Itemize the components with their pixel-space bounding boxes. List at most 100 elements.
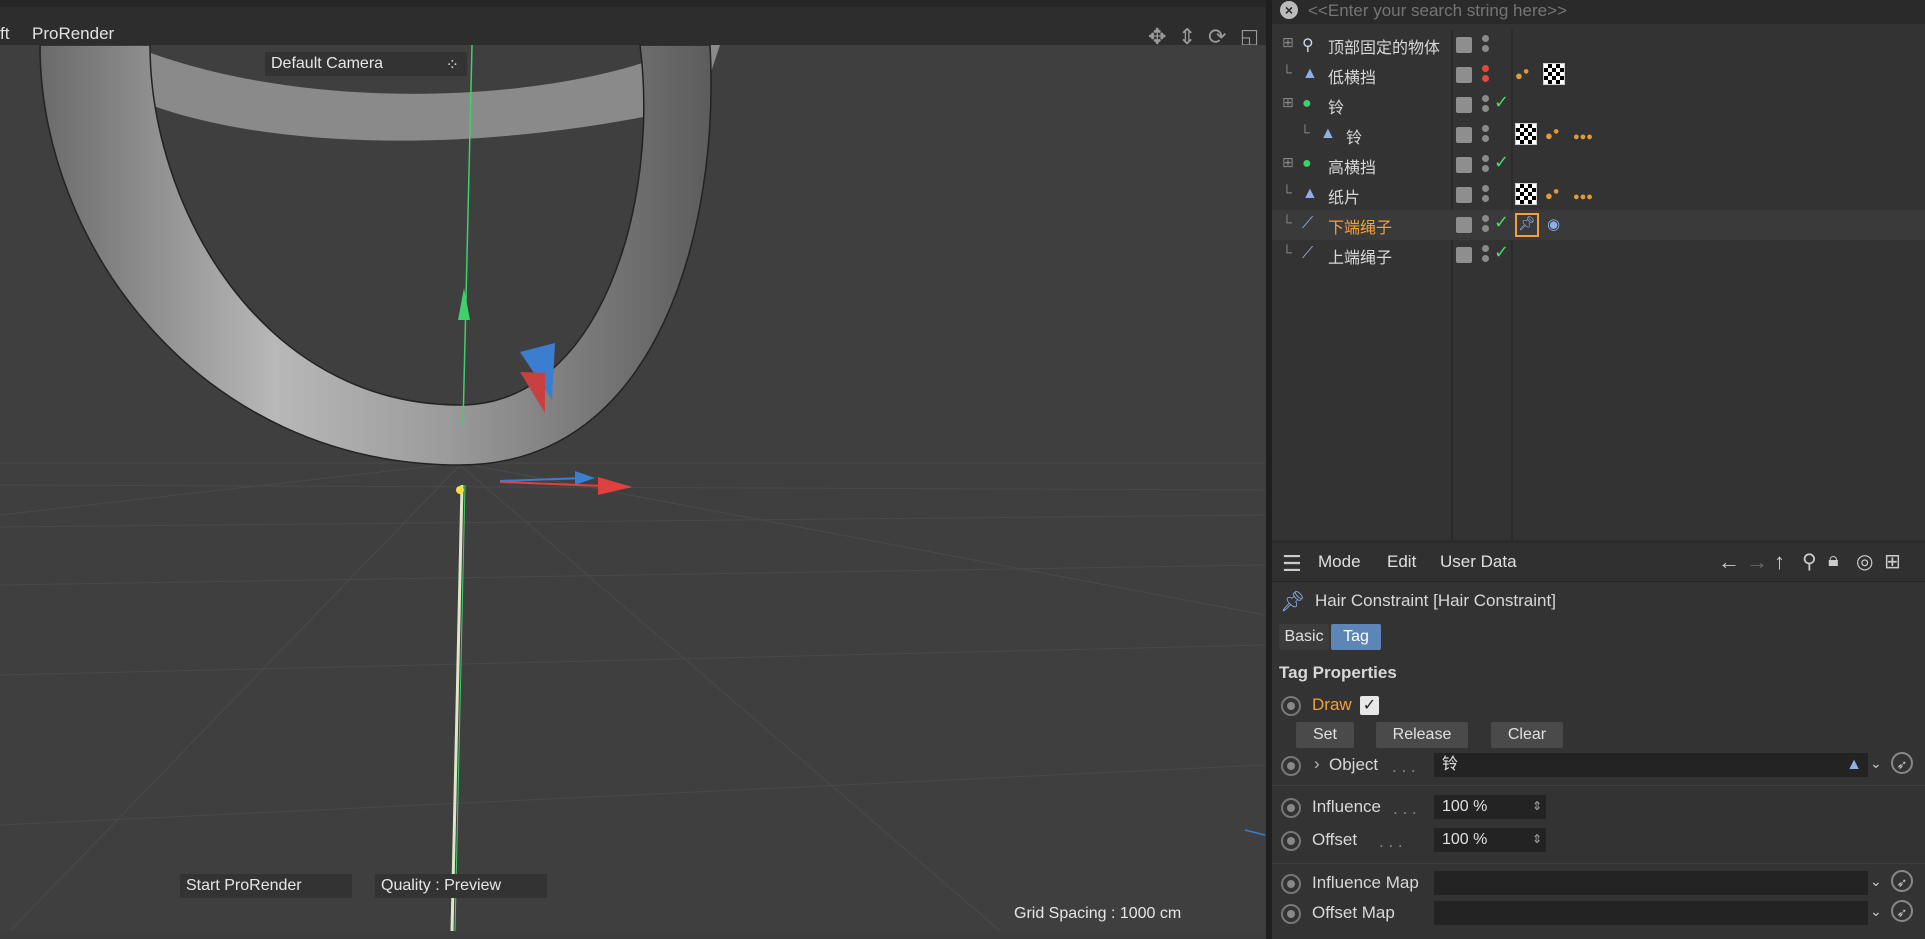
object-search-input[interactable] [1306, 0, 1910, 22]
target-icon[interactable]: ◎ [1856, 549, 1873, 574]
sphere-tag-icon[interactable]: ●● [1545, 124, 1565, 144]
layer-visibility-icon[interactable] [1456, 187, 1472, 203]
render-visibility-dots[interactable] [1482, 185, 1489, 205]
triple-sphere-tag-icon[interactable]: ●●● [1573, 184, 1593, 204]
offset-map-pick-icon[interactable]: ➶ [1891, 900, 1913, 922]
render-visibility-dots[interactable] [1482, 245, 1489, 265]
object-row[interactable]: ⊞ ● 高横挡 ✓ [1272, 150, 1925, 180]
clear-button[interactable]: Clear [1491, 722, 1563, 748]
enabled-check-icon[interactable]: ✓ [1494, 212, 1509, 233]
render-visibility-dots[interactable] [1482, 215, 1489, 235]
influence-input[interactable]: 100 % ⇕ [1434, 795, 1546, 819]
object-pick-cursor-icon[interactable]: ➶ [1891, 752, 1913, 774]
object-name[interactable]: 下端绳子 [1328, 214, 1392, 238]
object-dropdown-chevron-icon[interactable]: ⌄ [1870, 755, 1882, 772]
draw-checkbox[interactable]: ✓ [1360, 696, 1379, 715]
object-animate-toggle[interactable] [1281, 756, 1301, 776]
object-name[interactable]: 纸片 [1328, 184, 1360, 208]
influence-animate-toggle[interactable] [1281, 798, 1301, 818]
up-arrow-icon[interactable]: ↑ [1774, 549, 1785, 575]
viewport-menu-prorender[interactable]: ProRender [32, 24, 114, 44]
object-name[interactable]: 高横挡 [1328, 154, 1376, 178]
start-prorender-button[interactable]: Start ProRender [180, 874, 352, 898]
offset-spinner-icon[interactable]: ⇕ [1532, 827, 1542, 851]
menu-edit[interactable]: Edit [1387, 552, 1416, 572]
section-title: Tag Properties [1279, 663, 1397, 682]
object-link-field[interactable]: 铃 ▲ [1434, 753, 1868, 777]
render-visibility-dots[interactable] [1482, 35, 1489, 55]
layer-visibility-icon[interactable] [1456, 217, 1472, 233]
object-name[interactable]: 铃 [1328, 94, 1344, 118]
layer-visibility-icon[interactable] [1456, 247, 1472, 263]
search-icon[interactable]: ⚲ [1802, 549, 1817, 574]
material-tag-icon[interactable] [1515, 183, 1537, 206]
new-panel-icon[interactable]: ⊞ [1884, 549, 1901, 574]
object-name[interactable]: 上端绳子 [1328, 244, 1392, 268]
influence-map-pick-icon[interactable]: ➶ [1891, 870, 1913, 892]
render-visibility-dots[interactable] [1482, 125, 1489, 145]
object-row[interactable]: └ ⟋ 上端绳子 ✓ [1272, 240, 1925, 270]
tab-basic[interactable]: Basic [1279, 624, 1329, 650]
object-row[interactable]: ⊞ ⚲ 顶部固定的物体 [1272, 30, 1925, 60]
sphere-tag-icon[interactable]: ●● [1515, 64, 1535, 84]
clear-search-icon[interactable]: × [1280, 1, 1298, 19]
render-visibility-dots[interactable] [1482, 155, 1489, 175]
influence-map-field[interactable] [1434, 871, 1868, 895]
layer-visibility-icon[interactable] [1456, 67, 1472, 83]
3d-viewport[interactable]: ft ProRender ✥ ⇕ ⟳ ◱ Default Camera ⁘ St… [0, 0, 1268, 939]
object-name[interactable]: 铃 [1346, 124, 1362, 148]
layer-visibility-icon[interactable] [1456, 127, 1472, 143]
object-row[interactable]: └ ▲ 铃 ●● ●●● [1272, 120, 1925, 150]
offset-map-dropdown-icon[interactable]: ⌄ [1870, 903, 1882, 920]
render-visibility-dots[interactable] [1482, 65, 1489, 85]
object-row[interactable]: └ ⟋ 下端绳子 ✓ 📌︎ ◉ [1272, 210, 1925, 240]
enabled-check-icon[interactable]: ✓ [1494, 152, 1509, 173]
tab-tag[interactable]: Tag [1331, 624, 1381, 650]
layer-visibility-icon[interactable] [1456, 157, 1472, 173]
expand-toggle-icon[interactable]: ⊞ [1282, 154, 1294, 171]
tree-connector: └ [1282, 64, 1292, 80]
enabled-check-icon[interactable]: ✓ [1494, 92, 1509, 113]
object-expand-chevron-icon[interactable]: › [1314, 754, 1320, 774]
object-row[interactable]: └ ▲ 纸片 ●● ●●● [1272, 180, 1925, 210]
menu-mode[interactable]: Mode [1318, 552, 1361, 572]
object-name[interactable]: 顶部固定的物体 [1328, 34, 1440, 58]
render-visibility-dots[interactable] [1482, 95, 1489, 115]
offset-map-animate-toggle[interactable] [1281, 904, 1301, 924]
influence-spinner-icon[interactable]: ⇕ [1532, 794, 1542, 818]
influence-label: Influence [1312, 797, 1381, 816]
offset-animate-toggle[interactable] [1281, 831, 1301, 851]
layer-visibility-icon[interactable] [1456, 97, 1472, 113]
offset-map-field[interactable] [1434, 901, 1868, 925]
offset-input[interactable]: 100 % ⇕ [1434, 828, 1546, 852]
hamburger-menu-icon[interactable]: ☰ [1282, 551, 1302, 577]
influence-map-label: Influence Map [1312, 873, 1419, 892]
triple-sphere-tag-icon[interactable]: ●●● [1573, 124, 1593, 144]
lock-icon[interactable]: 🔒︎ [1828, 549, 1839, 572]
hair-dynamics-tag-icon[interactable]: ◉ [1547, 215, 1567, 235]
back-arrow-icon[interactable]: ← [1718, 549, 1740, 575]
set-button[interactable]: Set [1296, 722, 1354, 748]
viewport-scene[interactable] [0, 45, 1265, 931]
object-name[interactable]: 低横挡 [1328, 64, 1376, 88]
sphere-tag-icon[interactable]: ●● [1545, 184, 1565, 204]
hair-constraint-tag-icon[interactable]: 📌︎ [1515, 213, 1539, 237]
forward-arrow-icon[interactable]: → [1746, 549, 1768, 575]
enabled-check-icon[interactable]: ✓ [1494, 242, 1509, 263]
viewport-menubar: ft ProRender ✥ ⇕ ⟳ ◱ [0, 7, 1268, 49]
camera-label[interactable]: Default Camera ⁘ [265, 52, 467, 76]
release-button[interactable]: Release [1376, 722, 1468, 748]
expand-toggle-icon[interactable]: ⊞ [1282, 94, 1294, 111]
viewport-menu-left[interactable]: ft [0, 24, 9, 44]
layer-visibility-icon[interactable] [1456, 37, 1472, 53]
influence-map-dropdown-icon[interactable]: ⌄ [1870, 873, 1882, 890]
influence-map-animate-toggle[interactable] [1281, 874, 1301, 894]
object-row[interactable]: ⊞ ● 铃 ✓ [1272, 90, 1925, 120]
material-tag-icon[interactable] [1543, 63, 1565, 86]
hair-constraint-icon: 📌︎ [1280, 591, 1306, 613]
menu-user-data[interactable]: User Data [1440, 552, 1517, 572]
draw-animate-toggle[interactable] [1281, 696, 1301, 716]
expand-toggle-icon[interactable]: ⊞ [1282, 34, 1294, 51]
object-row[interactable]: └ ▲ 低横挡 ●● [1272, 60, 1925, 90]
material-tag-icon[interactable] [1515, 123, 1537, 146]
